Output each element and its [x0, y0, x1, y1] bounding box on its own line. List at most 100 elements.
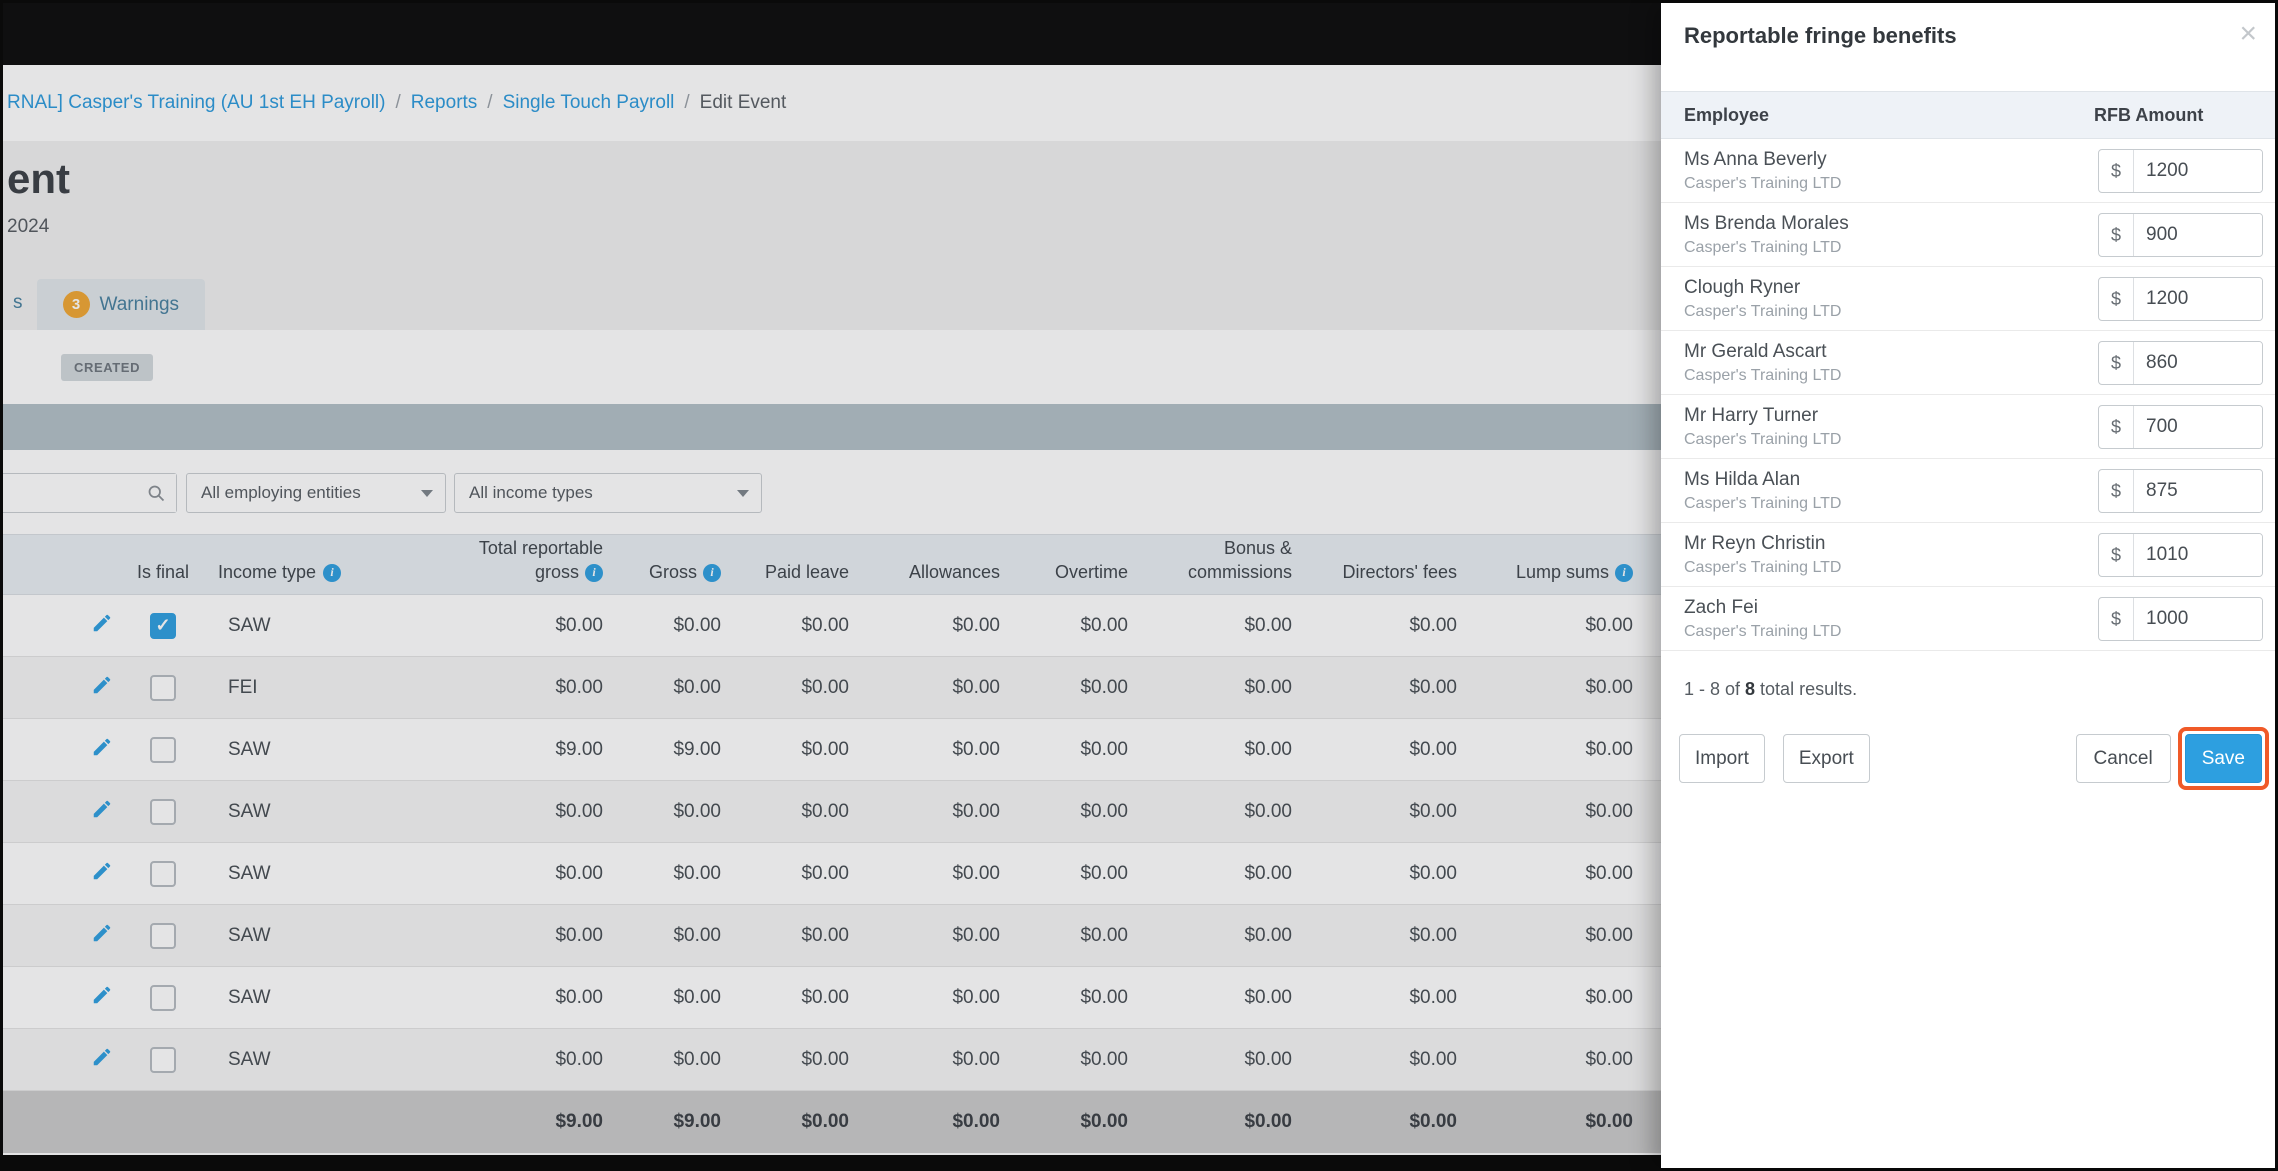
save-button[interactable]: Save [2184, 734, 2262, 783]
table-row: SAW $0.00 $0.00 $0.00 $0.00 $0.00 $0.00 … [3, 843, 1661, 905]
is-final-checkbox[interactable] [150, 860, 176, 887]
is-final-checkbox[interactable] [150, 736, 176, 763]
app-top-bar [3, 3, 1661, 65]
lump-sums-cell: $0.00 [1585, 676, 1633, 698]
rfb-amount-input[interactable] [2134, 598, 2262, 640]
income-types-dropdown[interactable]: All income types [454, 473, 762, 513]
total-reportable-gross-total: $9.00 [555, 1111, 603, 1132]
edit-pencil-icon[interactable] [91, 860, 113, 882]
currency-prefix: $ [2099, 406, 2134, 448]
results-suffix: total results. [1755, 679, 1858, 699]
bonus-commissions-cell: $0.00 [1244, 1048, 1292, 1070]
filter-toolbar: All employing entities All income types [3, 450, 1661, 513]
search-icon[interactable] [146, 483, 167, 509]
employing-entities-dropdown-value: All employing entities [201, 483, 361, 502]
info-icon[interactable] [323, 563, 342, 582]
employee-column-header: Employee [1684, 104, 1770, 125]
search-box [3, 473, 177, 513]
edit-pencil-icon[interactable] [91, 984, 113, 1006]
rfb-row: Clough Ryner Casper's Training LTD $ [1661, 267, 2275, 331]
allowances-column-header: Allowances [908, 562, 1000, 582]
income-type-cell: SAW [228, 986, 271, 1008]
paid-leave-cell: $0.00 [801, 924, 849, 946]
gross-cell: $0.00 [673, 614, 721, 636]
status-badge: CREATED [61, 353, 154, 381]
edit-pencil-icon[interactable] [91, 922, 113, 944]
is-final-checkbox[interactable] [150, 1046, 176, 1073]
info-icon[interactable] [703, 563, 721, 582]
rfb-amount-input[interactable] [2134, 406, 2262, 448]
currency-prefix: $ [2099, 214, 2134, 256]
rfb-amount-input[interactable] [2134, 470, 2262, 512]
breadcrumb-business[interactable]: RNAL] Casper's Training (AU 1st EH Payro… [7, 92, 385, 114]
edit-pencil-icon[interactable] [91, 612, 113, 634]
directors-fees-cell: $0.00 [1409, 1048, 1457, 1070]
cancel-button[interactable]: Cancel [2075, 734, 2171, 783]
rfb-amount-input[interactable] [2134, 534, 2262, 576]
currency-prefix: $ [2099, 598, 2134, 640]
trg-header-line1: Total reportable [478, 538, 603, 558]
income-type-cell: SAW [228, 800, 271, 822]
breadcrumb-edit-event: Edit Event [699, 92, 787, 113]
table-row: SAW $0.00 $0.00 $0.00 $0.00 $0.00 $0.00 … [3, 1029, 1661, 1091]
edit-pencil-icon[interactable] [91, 798, 113, 820]
rfb-amount-group: $ [2098, 277, 2263, 321]
directors-fees-cell: $0.00 [1409, 738, 1457, 760]
close-icon[interactable] [2239, 23, 2257, 45]
info-icon[interactable] [1615, 563, 1633, 582]
rfb-amount-input[interactable] [2134, 342, 2262, 384]
paid-leave-total: $0.00 [801, 1111, 849, 1132]
paid-leave-cell: $0.00 [801, 676, 849, 698]
bonus-commissions-cell: $0.00 [1244, 800, 1292, 822]
overtime-cell: $0.00 [1080, 800, 1128, 822]
allowances-cell: $0.00 [952, 1048, 1000, 1070]
lump-sums-cell: $0.00 [1585, 614, 1633, 636]
employing-entities-dropdown[interactable]: All employing entities [186, 473, 446, 513]
results-prefix: 1 - 8 of [1684, 679, 1746, 699]
rfb-row: Mr Reyn Christin Casper's Training LTD $ [1661, 523, 2275, 587]
directors-fees-cell: $0.00 [1409, 924, 1457, 946]
stp-edit-event-page: RNAL] Casper's Training (AU 1st EH Payro… [3, 3, 1661, 1155]
breadcrumb: RNAL] Casper's Training (AU 1st EH Payro… [3, 65, 1661, 141]
edit-pencil-icon[interactable] [91, 736, 113, 758]
rfb-row: Ms Anna Beverly Casper's Training LTD $ [1661, 139, 2275, 203]
trg-header-line2: gross [534, 562, 579, 582]
table-row: SAW $0.00 $0.00 $0.00 $0.00 $0.00 $0.00 … [3, 781, 1661, 843]
tab-events-fragment[interactable]: s [3, 292, 37, 330]
paid-leave-cell: $0.00 [801, 614, 849, 636]
breadcrumb-single-touch-payroll[interactable]: Single Touch Payroll [503, 92, 675, 114]
lump-sums-column-header: Lump sums [1457, 562, 1633, 594]
income-type-column-header: Income type [198, 562, 403, 594]
import-button[interactable]: Import [1679, 734, 1765, 783]
is-final-checkbox[interactable] [150, 984, 176, 1011]
breadcrumb-separator: / [395, 92, 401, 113]
paid-leave-cell: $0.00 [801, 1048, 849, 1070]
lump-sums-total: $0.00 [1585, 1111, 1633, 1132]
edit-pencil-icon[interactable] [91, 1046, 113, 1068]
tab-warnings[interactable]: 3 Warnings [36, 279, 206, 330]
info-icon[interactable] [585, 563, 603, 582]
edit-pencil-icon[interactable] [91, 674, 113, 696]
bonus-commissions-column-header: Bonus & commissions [1128, 538, 1292, 594]
screen: RNAL] Casper's Training (AU 1st EH Payro… [0, 0, 2278, 1171]
income-types-dropdown-value: All income types [469, 483, 593, 502]
directors-fees-total: $0.00 [1409, 1111, 1457, 1132]
total-reportable-gross-cell: $0.00 [555, 1048, 603, 1070]
breadcrumb-reports[interactable]: Reports [411, 92, 478, 114]
is-final-checkbox[interactable] [150, 922, 176, 949]
rfb-amount-input[interactable] [2134, 278, 2262, 320]
rfb-amount-input[interactable] [2134, 150, 2262, 192]
modal-header: Reportable fringe benefits [1661, 3, 2275, 49]
is-final-checkbox[interactable] [150, 798, 176, 825]
allowances-cell: $0.00 [952, 800, 1000, 822]
rfb-amount-input[interactable] [2134, 214, 2262, 256]
overtime-cell: $0.00 [1080, 676, 1128, 698]
income-type-header-label: Income type [218, 562, 317, 582]
warnings-count-badge: 3 [62, 291, 90, 318]
is-final-checkbox[interactable] [150, 612, 176, 639]
overtime-cell: $0.00 [1080, 1048, 1128, 1070]
bonus-commissions-cell: $0.00 [1244, 676, 1292, 698]
modal-title: Reportable fringe benefits [1684, 23, 1957, 48]
is-final-checkbox[interactable] [150, 674, 176, 701]
export-button[interactable]: Export [1782, 734, 1870, 783]
